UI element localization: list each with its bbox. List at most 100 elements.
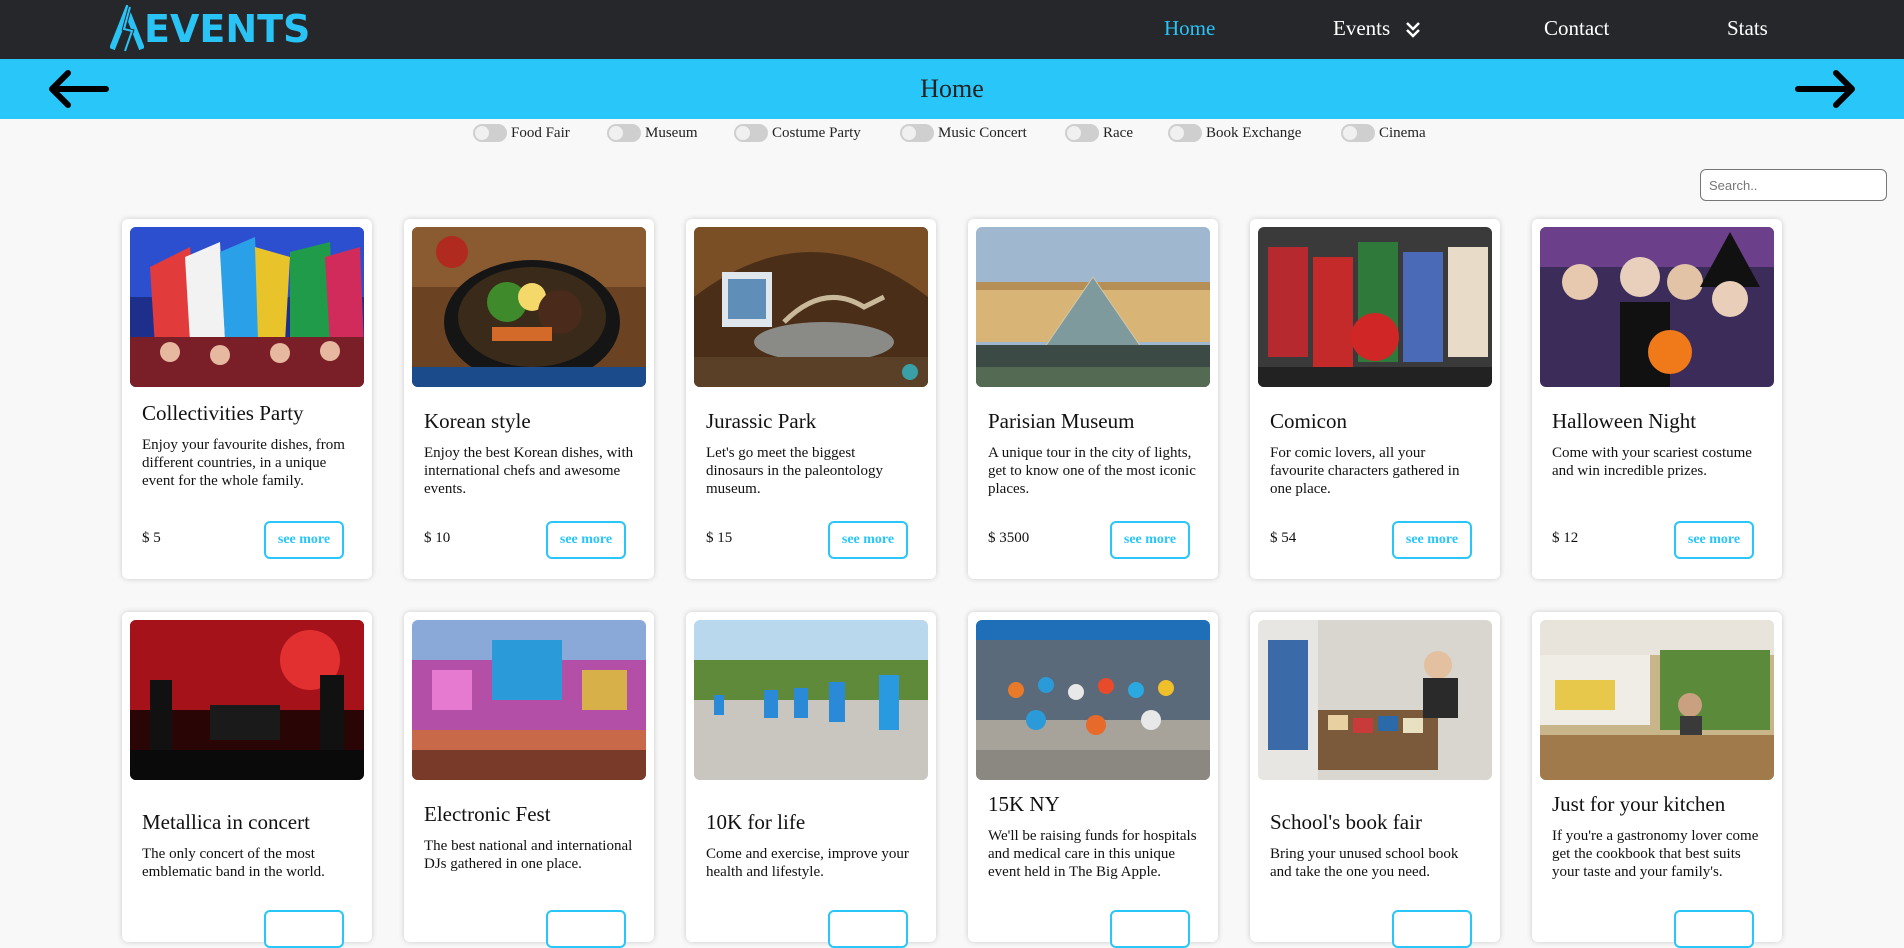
filter-race[interactable]: Race [1065, 124, 1133, 142]
nav-stats[interactable]: Stats [1727, 16, 1768, 41]
event-card: Collectivities Party Enjoy your favourit… [122, 219, 372, 579]
filter-museum[interactable]: Museum [607, 124, 698, 142]
event-price: $ 12 [1552, 530, 1579, 546]
see-more-button[interactable]: see more [828, 521, 908, 559]
event-description: The best national and international DJs … [424, 838, 633, 872]
event-card: Parisian Museum A unique tour in the cit… [968, 219, 1218, 579]
event-image [130, 227, 364, 387]
event-title: Korean style [424, 409, 531, 433]
event-description: Let's go meet the biggest dinosaurs in t… [706, 445, 884, 497]
nav-home[interactable]: Home [1164, 16, 1215, 41]
filter-label: Costume Party [772, 124, 861, 141]
event-description: The only concert of the most emblematic … [142, 846, 325, 880]
see-more-button[interactable]: see more [1674, 521, 1754, 559]
filter-food-fair[interactable]: Food Fair [473, 124, 570, 142]
event-description: For comic lovers, all your favourite cha… [1270, 445, 1460, 497]
see-more-button[interactable]: see more [546, 521, 626, 559]
filter-label: Book Exchange [1206, 124, 1302, 141]
see-more-button[interactable]: see more [1110, 521, 1190, 559]
event-card: Comicon For comic lovers, all your favou… [1250, 219, 1500, 579]
nav-events[interactable]: Events [1333, 16, 1421, 41]
event-description: If you're a gastronomy lover come get th… [1552, 828, 1759, 880]
event-title: Just for your kitchen [1552, 792, 1726, 816]
event-title: 15K NY [988, 792, 1060, 816]
event-card: 10K for life Come and exercise, improve … [686, 612, 936, 948]
filter-label: Race [1103, 124, 1133, 141]
event-title: School's book fair [1270, 810, 1422, 834]
event-description: Enjoy the best Korean dishes, with inter… [424, 445, 634, 497]
filter-music-concert[interactable]: Music Concert [900, 124, 1027, 142]
toggle-switch[interactable] [1168, 124, 1202, 142]
toggle-switch[interactable] [607, 124, 641, 142]
page-banner: Home [0, 59, 1904, 119]
event-price: $ 5 [142, 530, 161, 546]
event-image [1258, 620, 1492, 780]
event-description: We'll be raising funds for hospitals and… [988, 828, 1197, 880]
event-image [1258, 227, 1492, 387]
event-title: Comicon [1270, 409, 1347, 433]
see-more-button[interactable] [546, 910, 626, 948]
event-price: $ 54 [1270, 530, 1297, 546]
event-description: A unique tour in the city of lights, get… [988, 445, 1196, 497]
toggle-switch[interactable] [1341, 124, 1375, 142]
event-card: Metallica in concert The only concert of… [122, 612, 372, 948]
see-more-button[interactable]: see more [1392, 521, 1472, 559]
event-title: Collectivities Party [142, 401, 304, 425]
toggle-switch[interactable] [1065, 124, 1099, 142]
nav-contact[interactable]: Contact [1544, 16, 1609, 41]
page-title: Home [920, 74, 984, 103]
event-image [412, 227, 646, 387]
event-image [694, 227, 928, 387]
event-card: Korean style Enjoy the best Korean dishe… [404, 219, 654, 579]
logo-mark-icon [110, 5, 144, 53]
event-price: $ 3500 [988, 530, 1030, 546]
arrow-right-icon[interactable] [1794, 67, 1858, 111]
event-card: 15K NY We'll be raising funds for hospit… [968, 612, 1218, 948]
event-image [694, 620, 928, 780]
event-title: Parisian Museum [988, 409, 1135, 433]
nav-events-label: Events [1333, 16, 1391, 40]
event-description: Come and exercise, improve your health a… [706, 846, 909, 880]
filter-label: Food Fair [511, 124, 570, 141]
top-navbar: EVENTS Home Events Contact Stats [0, 0, 1904, 59]
event-title: Halloween Night [1552, 409, 1697, 433]
event-price: $ 15 [706, 530, 733, 546]
event-card: Electronic Fest The best national and in… [404, 612, 654, 948]
see-more-button[interactable] [1110, 910, 1190, 948]
event-image [976, 620, 1210, 780]
event-description: Enjoy your favourite dishes, from differ… [142, 437, 345, 489]
event-title: Metallica in concert [142, 810, 310, 834]
event-title: 10K for life [706, 810, 806, 834]
filter-label: Museum [645, 124, 698, 141]
event-description: Come with your scariest costume and win … [1552, 445, 1752, 479]
search-input[interactable] [1700, 169, 1887, 201]
event-card: School's book fair Bring your unused sch… [1250, 612, 1500, 948]
event-card: Jurassic Park Let's go meet the biggest … [686, 219, 936, 579]
see-more-button[interactable]: see more [264, 521, 344, 559]
event-description: Bring your unused school book and take t… [1270, 846, 1459, 880]
chevron-double-down-icon [1406, 22, 1421, 38]
event-image [130, 620, 364, 780]
event-card: Just for your kitchen If you're a gastro… [1532, 612, 1782, 948]
filter-book-exchange[interactable]: Book Exchange [1168, 124, 1301, 142]
event-title: Jurassic Park [706, 409, 817, 433]
toggle-switch[interactable] [900, 124, 934, 142]
toggle-switch[interactable] [734, 124, 768, 142]
see-more-button[interactable] [828, 910, 908, 948]
filter-cinema[interactable]: Cinema [1341, 124, 1426, 142]
event-title: Electronic Fest [424, 802, 551, 826]
filter-label: Cinema [1379, 124, 1426, 141]
brand-logo[interactable]: EVENTS [110, 4, 310, 54]
see-more-button[interactable] [264, 910, 344, 948]
event-image [1540, 620, 1774, 780]
see-more-button[interactable] [1674, 910, 1754, 948]
logo-text: EVENTS [144, 7, 311, 51]
toggle-switch[interactable] [473, 124, 507, 142]
filter-costume-party[interactable]: Costume Party [734, 124, 861, 142]
see-more-button[interactable] [1392, 910, 1472, 948]
event-image [1540, 227, 1774, 387]
event-image [976, 227, 1210, 387]
event-image [412, 620, 646, 780]
category-filters: Food Fair Museum Costume Party Music Con… [0, 124, 1904, 150]
filter-label: Music Concert [938, 124, 1027, 141]
